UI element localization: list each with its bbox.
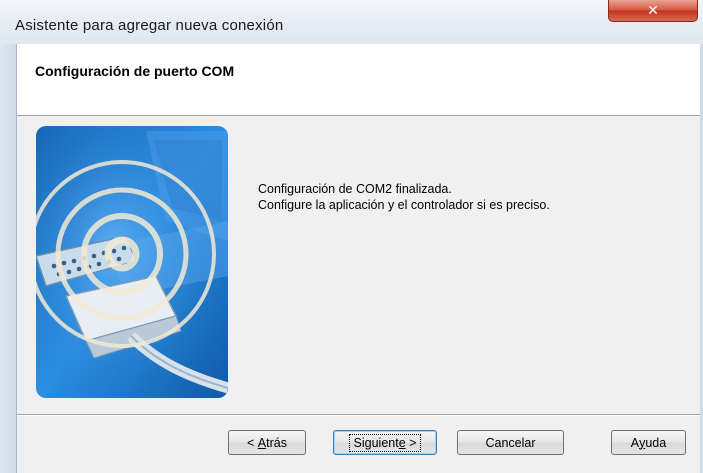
close-button[interactable]: ✕ — [608, 0, 698, 22]
window-title: Asistente para agregar nueva conexión — [15, 17, 284, 34]
wizard-window: Asistente para agregar nueva conexión ✕ … — [0, 0, 703, 473]
next-button-text: Siguient — [353, 435, 399, 450]
next-button-focus: Siguiente > — [348, 433, 422, 452]
message-line-1: Configuración de COM2 finalizada. — [258, 182, 452, 196]
help-button[interactable]: Ay uda — [611, 430, 686, 455]
back-button-rest: trás — [266, 435, 287, 450]
back-button[interactable]: < Atrás — [228, 430, 306, 455]
next-button-mnemonic: e — [398, 435, 406, 450]
close-icon: ✕ — [647, 2, 659, 19]
cancel-button-label: Cancelar — [485, 435, 536, 450]
back-button-prefix: < — [247, 435, 258, 450]
status-message: Configuración de COM2 finalizada. Config… — [258, 181, 550, 213]
wizard-header: Configuración de puerto COM — [17, 44, 700, 116]
footer-divider — [17, 414, 700, 416]
wizard-page: Configuración de puerto COM Configuració… — [16, 44, 700, 473]
next-button[interactable]: Siguiente > — [333, 430, 437, 455]
window-frame-left — [0, 44, 16, 473]
cancel-button[interactable]: Cancelar — [457, 430, 564, 455]
serial-port-connection-icon — [36, 126, 228, 398]
page-title: Configuración de puerto COM — [35, 63, 235, 79]
help-button-prefix: A — [630, 435, 640, 450]
next-button-suffix: > — [405, 435, 417, 450]
back-button-mnemonic: A — [257, 435, 267, 450]
title-bar[interactable]: Asistente para agregar nueva conexión ✕ — [0, 0, 703, 44]
message-line-2: Configure la aplicación y el controlador… — [258, 198, 550, 212]
help-button-rest: uda — [645, 435, 667, 450]
